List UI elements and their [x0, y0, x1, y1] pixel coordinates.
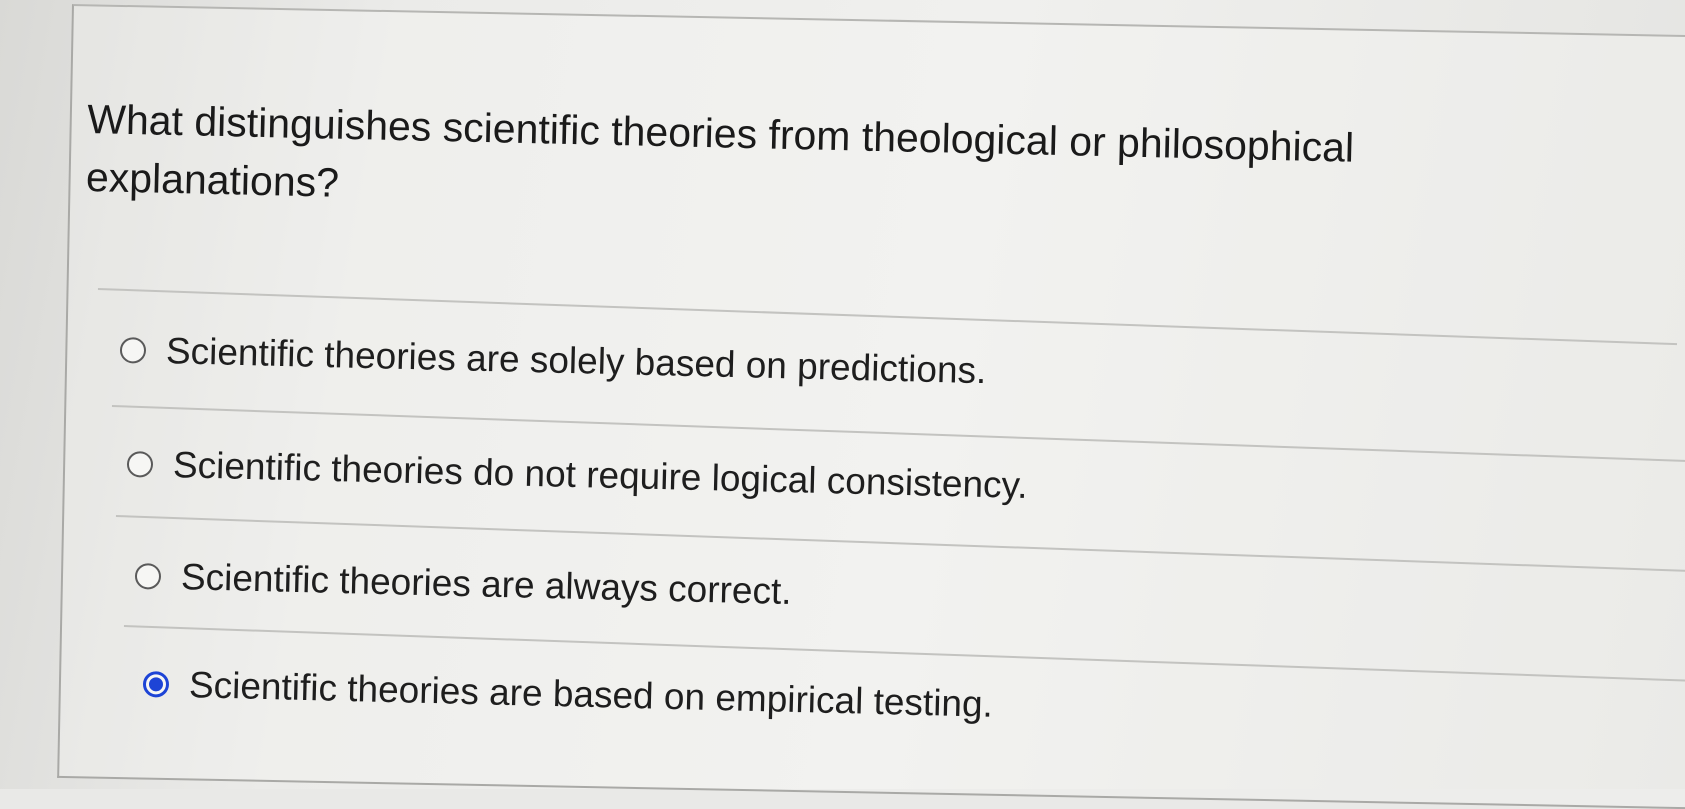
answer-list: Scientific theories are solely based on …: [0, 0, 1685, 789]
answer-option-4[interactable]: Scientific theories are based on empiric…: [142, 662, 993, 727]
answer-option-3[interactable]: Scientific theories are always correct.: [134, 554, 792, 614]
answer-option-1[interactable]: Scientific theories are solely based on …: [119, 328, 987, 393]
radio-unselected-icon[interactable]: [134, 563, 162, 590]
radio-unselected-icon[interactable]: [126, 451, 154, 478]
radio-unselected-icon[interactable]: [119, 337, 147, 364]
answer-label: Scientific theories are solely based on …: [165, 330, 987, 392]
answer-option-2[interactable]: Scientific theories do not require logic…: [126, 442, 1028, 508]
radio-selected-icon[interactable]: [142, 671, 170, 698]
answer-label: Scientific theories are based on empiric…: [188, 664, 994, 725]
answer-label: Scientific theories do not require logic…: [172, 444, 1029, 507]
answer-label: Scientific theories are always correct.: [180, 556, 793, 613]
